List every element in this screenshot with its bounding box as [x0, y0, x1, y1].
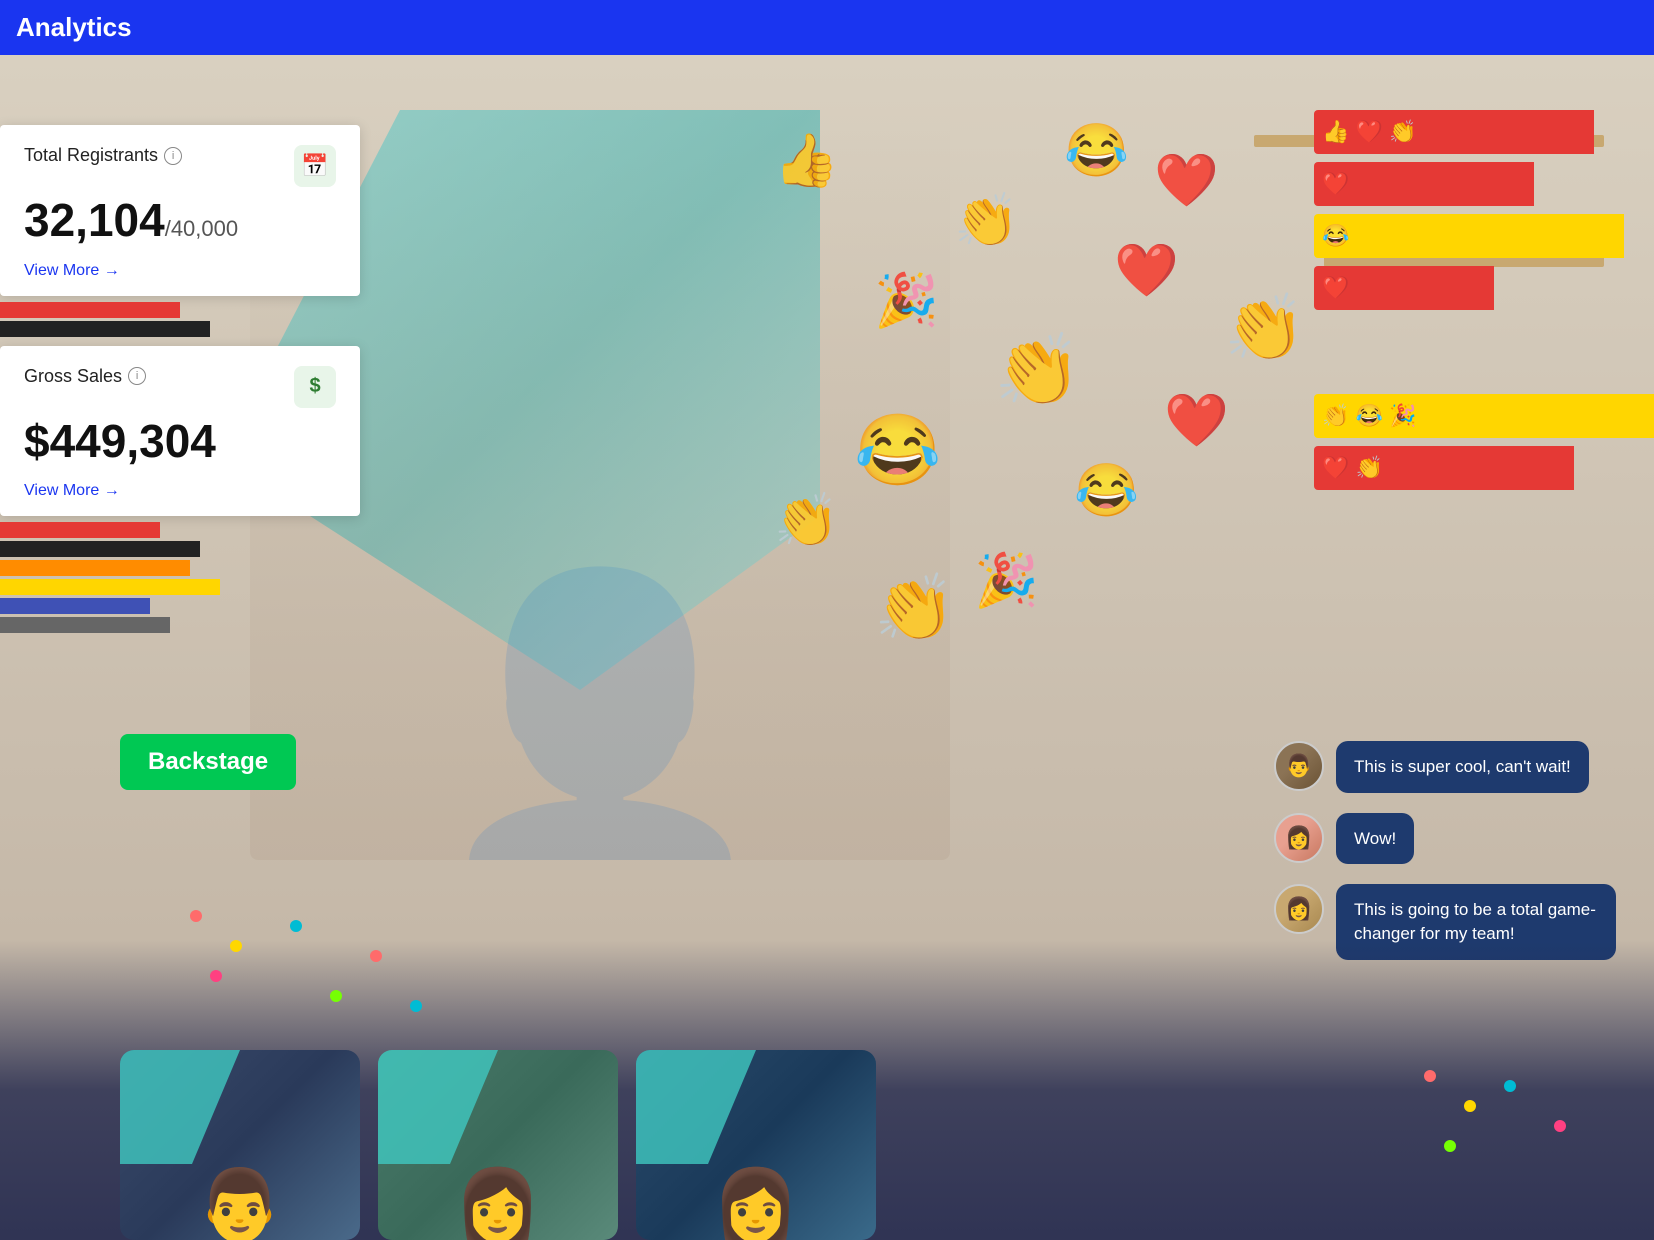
backstage-thumbnails: 👨 👩 👩	[100, 1020, 1654, 1240]
avatar-2-face: 👩	[1276, 815, 1322, 861]
avatar-1-face: 👨	[1276, 743, 1322, 789]
thumb-3-person: 👩	[712, 1170, 799, 1240]
gross-sales-view-more-link[interactable]: View More →	[24, 482, 336, 500]
chat-avatar-3: 👩	[1274, 884, 1324, 934]
gross-sales-card: Gross Sales i $ $449,304 View More →	[0, 346, 360, 517]
progress-bars-1	[0, 302, 220, 340]
app-title: Analytics	[16, 12, 132, 43]
chat-message-1: 👨 This is super cool, can't wait!	[1274, 741, 1654, 793]
confetti-4	[210, 970, 222, 982]
backstage-label: Backstage	[148, 748, 268, 775]
registrants-suffix: /40,000	[165, 216, 238, 241]
registrants-number: 32,104	[24, 194, 165, 246]
thumb-2-teal	[378, 1050, 498, 1164]
presenter-silhouette: 👤	[426, 580, 775, 860]
reaction-bar-yellow-1: 😂	[1314, 214, 1624, 258]
chat-message-2: 👩 Wow!	[1274, 813, 1654, 865]
chat-avatar-2: 👩	[1274, 813, 1324, 863]
reaction-bars: 👍 ❤️ 👏 ❤️ 😂 ❤️ 👏 😂 🎉 ❤️ 👏	[1314, 110, 1654, 494]
progress-bars-2	[0, 522, 220, 636]
confetti-3	[290, 920, 302, 932]
chat-bubble-2: Wow!	[1336, 813, 1414, 865]
thumb-3-teal	[636, 1050, 756, 1164]
reaction-bar-red-2: ❤️	[1314, 162, 1534, 206]
progress-bar-orange	[0, 560, 190, 576]
registrants-icon-badge: 📅	[294, 145, 336, 187]
confetti-5	[330, 990, 342, 1002]
progress-bar-yellow	[0, 579, 220, 595]
chat-text-3: This is going to be a total game-changer…	[1354, 900, 1596, 943]
thumb-1-person: 👨	[196, 1170, 283, 1240]
thumbnail-2[interactable]: 👩	[378, 1050, 618, 1240]
registrants-info-icon[interactable]: i	[164, 147, 182, 165]
registrants-card: Total Registrants i 📅 32,104/40,000 View…	[0, 125, 360, 296]
reaction-bar-red-1: 👍 ❤️ 👏	[1314, 110, 1594, 154]
chat-bubble-1: This is super cool, can't wait!	[1336, 741, 1589, 793]
registrants-label-text: Total Registrants	[24, 145, 158, 166]
progress-bar-blue	[0, 598, 150, 614]
gross-sales-info-icon[interactable]: i	[128, 367, 146, 385]
gross-sales-number: $449,304	[24, 415, 216, 467]
confetti-7	[410, 1000, 422, 1012]
confetti-1	[190, 910, 202, 922]
chat-avatar-1: 👨	[1274, 741, 1324, 791]
registrants-calendar-icon: 📅	[301, 153, 328, 179]
thumbnail-1[interactable]: 👨	[120, 1050, 360, 1240]
registrants-card-header: Total Registrants i 📅	[24, 145, 336, 187]
confetti-2	[230, 940, 242, 952]
gross-sales-dollar-icon: $	[309, 375, 320, 398]
thumbnail-3[interactable]: 👩	[636, 1050, 876, 1240]
gross-sales-card-header: Gross Sales i $	[24, 366, 336, 408]
registrants-view-more-link[interactable]: View More →	[24, 262, 336, 280]
app-header: Analytics	[0, 0, 1654, 55]
video-background: 👤 ❤️ 😂 👏 🎉 👍 👏 😂 👏 ❤️ ❤️ 😂 🎉 👏 👏 👍 ❤️ 👏 …	[0, 55, 1654, 1240]
gross-sales-view-more-text: View More →	[24, 482, 120, 500]
chat-text-2: Wow!	[1354, 829, 1396, 848]
thumb-1-teal	[120, 1050, 240, 1164]
progress-bar-red-2	[0, 522, 160, 538]
registrants-label: Total Registrants i	[24, 145, 182, 166]
progress-bar-gray	[0, 617, 170, 633]
reaction-bar-red-4: ❤️ 👏	[1314, 446, 1574, 490]
progress-bar-red	[0, 302, 180, 318]
gross-sales-label-text: Gross Sales	[24, 366, 122, 387]
thumb-2-person: 👩	[454, 1170, 541, 1240]
registrants-view-more-text: View More →	[24, 262, 120, 280]
progress-bar-dark	[0, 321, 210, 337]
reaction-bar-red-3: ❤️	[1314, 266, 1494, 310]
confetti-6	[370, 950, 382, 962]
gross-sales-value: $449,304	[24, 416, 336, 467]
gross-sales-label: Gross Sales i	[24, 366, 146, 387]
reaction-bar-yellow-2: 👏 😂 🎉	[1314, 394, 1654, 438]
confetti-area-left	[150, 890, 450, 1040]
chat-text-1: This is super cool, can't wait!	[1354, 757, 1571, 776]
gross-sales-icon-badge: $	[294, 366, 336, 408]
analytics-cards-container: Total Registrants i 📅 32,104/40,000 View…	[0, 125, 360, 638]
backstage-button[interactable]: Backstage	[120, 734, 296, 790]
progress-bar-dark-2	[0, 541, 200, 557]
registrants-value: 32,104/40,000	[24, 195, 336, 246]
avatar-3-face: 👩	[1276, 886, 1322, 932]
